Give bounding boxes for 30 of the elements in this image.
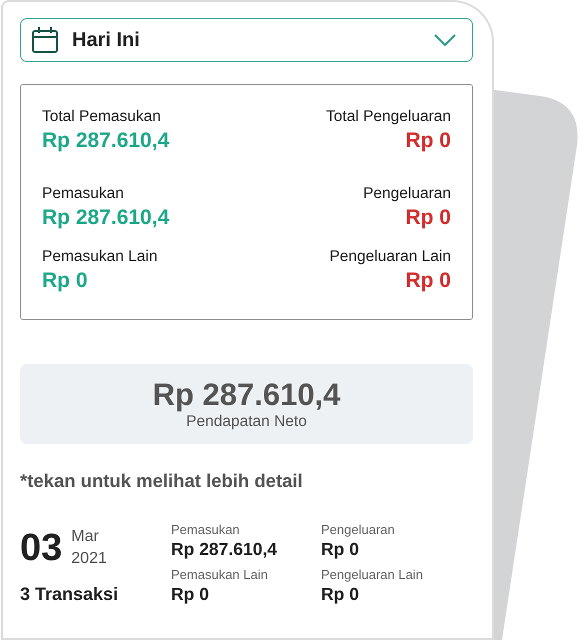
amount-label: Pengeluaran Lain <box>321 566 424 582</box>
amount-label: Pemasukan Lain <box>171 566 269 582</box>
stat-label: Total Pemasukan <box>42 107 162 126</box>
stat-label: Pengeluaran <box>363 184 451 203</box>
amount-value: Rp 0 <box>171 584 210 604</box>
amount-label: Pengeluaran <box>321 522 396 537</box>
net-amount: Rp 287.610,4 <box>152 377 340 413</box>
year-text: 2021 <box>71 549 107 569</box>
net-label: Pendapatan Neto <box>186 413 307 431</box>
stat-label: Pengeluaran Lain <box>329 247 451 266</box>
amount-label: Pemasukan <box>171 522 241 537</box>
transaction-count: 3 Transaksi <box>20 584 120 605</box>
chevron-down-icon <box>434 33 456 47</box>
amount-value: Rp 287.610,4 <box>171 539 278 560</box>
stat-value: Rp 287.610,4 <box>42 205 170 231</box>
stat-value: Rp 0 <box>404 205 451 231</box>
hint-text: *tekan untuk melihat lebih detail <box>20 470 304 492</box>
amount-value: Rp 0 <box>321 584 360 604</box>
stat-label: Pemasukan <box>42 184 125 203</box>
stat-label: Pemasukan Lain <box>42 247 158 266</box>
stat-label: Total Pengeluaran <box>326 107 451 126</box>
calendar-icon <box>31 26 59 54</box>
amount-value: Rp 0 <box>321 539 360 560</box>
day-number: 03 <box>20 526 62 570</box>
stat-value: Rp 0 <box>42 268 89 294</box>
stat-value: Rp 287.610,4 <box>42 128 170 154</box>
date-dropdown[interactable]: Hari Ini <box>20 18 473 62</box>
month-text: Mar <box>71 527 100 547</box>
stat-value: Rp 0 <box>404 268 451 294</box>
stat-value: Rp 0 <box>404 128 451 154</box>
